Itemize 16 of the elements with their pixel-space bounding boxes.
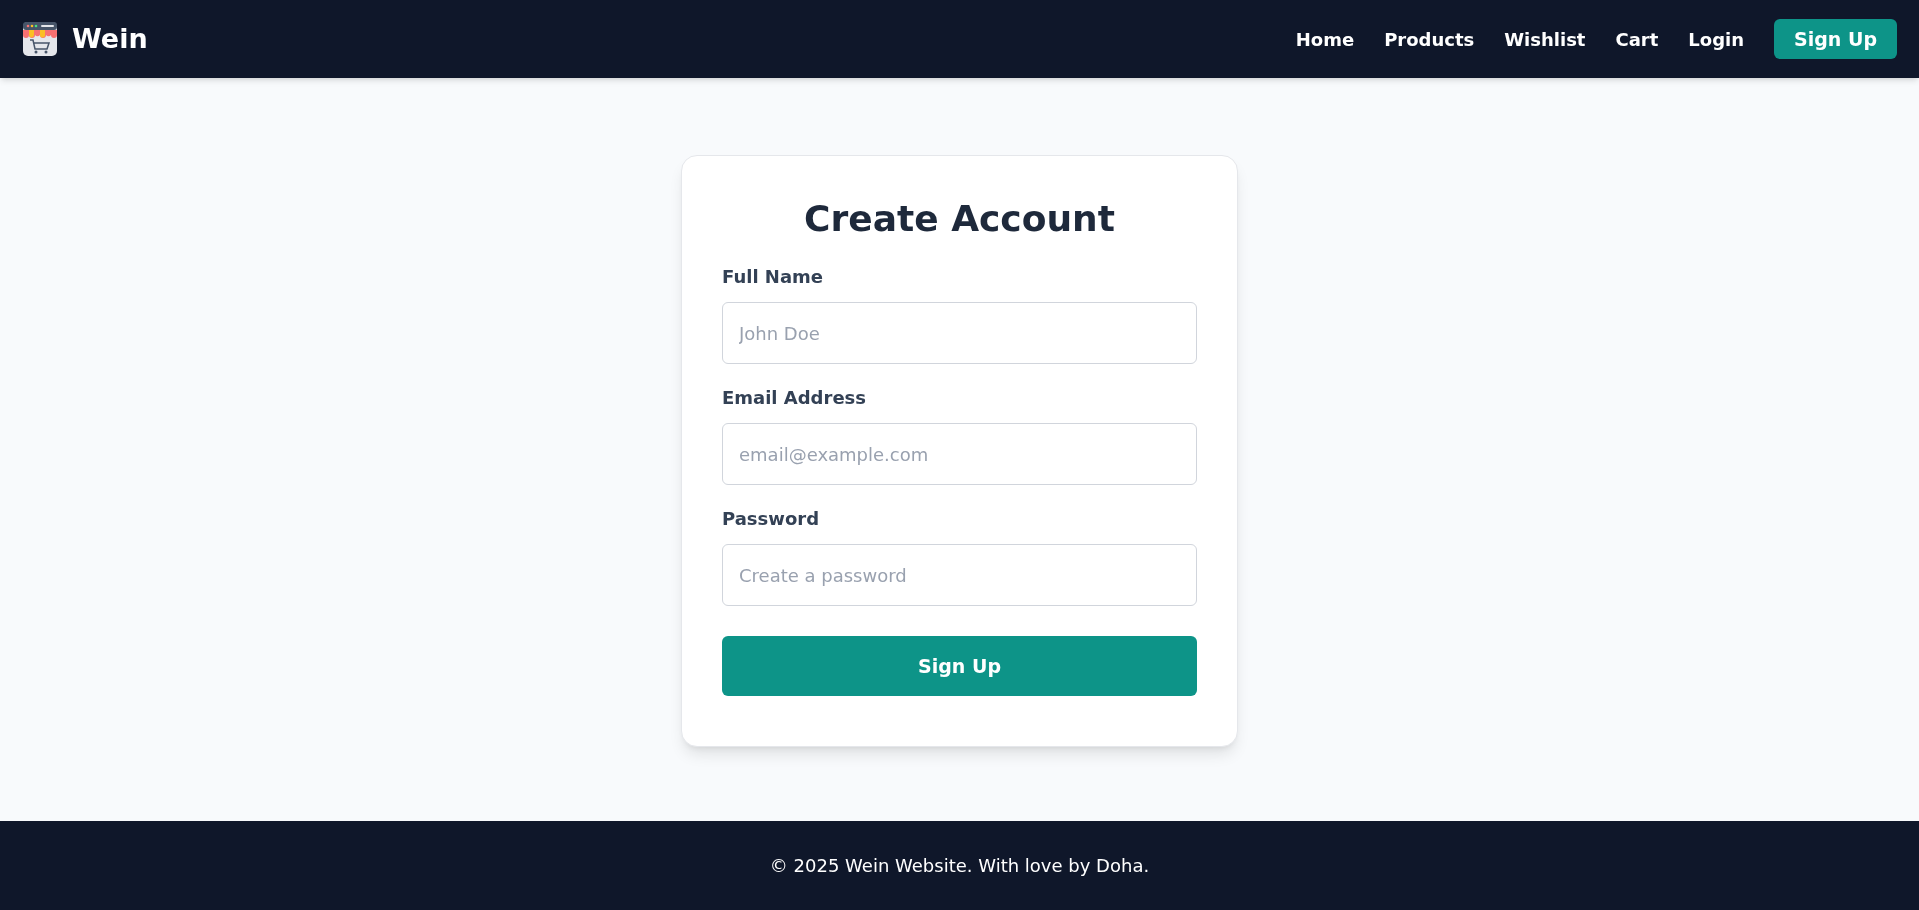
- footer-text: © 2025 Wein Website. With love by Doha.: [769, 854, 1150, 878]
- nav-link[interactable]: Home: [1295, 25, 1355, 53]
- form-title: Create Account: [803, 197, 1116, 241]
- submit-button[interactable]: Sign Up: [722, 636, 1197, 696]
- field-label: Email Address: [722, 386, 868, 410]
- field-label: Full Name: [722, 265, 824, 289]
- field-label: Password: [722, 507, 821, 531]
- nav-link[interactable]: Cart: [1615, 25, 1659, 53]
- nav-link[interactable]: Login: [1688, 25, 1745, 53]
- nav-link[interactable]: Wishlist: [1504, 25, 1586, 53]
- brand-name: Wein: [72, 21, 148, 56]
- input-field[interactable]: email@example.com: [722, 423, 1197, 485]
- nav-link[interactable]: Products: [1384, 25, 1475, 53]
- input-field[interactable]: Create a password: [722, 544, 1197, 606]
- sign-up-button[interactable]: Sign Up: [1774, 19, 1897, 59]
- shop-cart-icon: [20, 19, 60, 59]
